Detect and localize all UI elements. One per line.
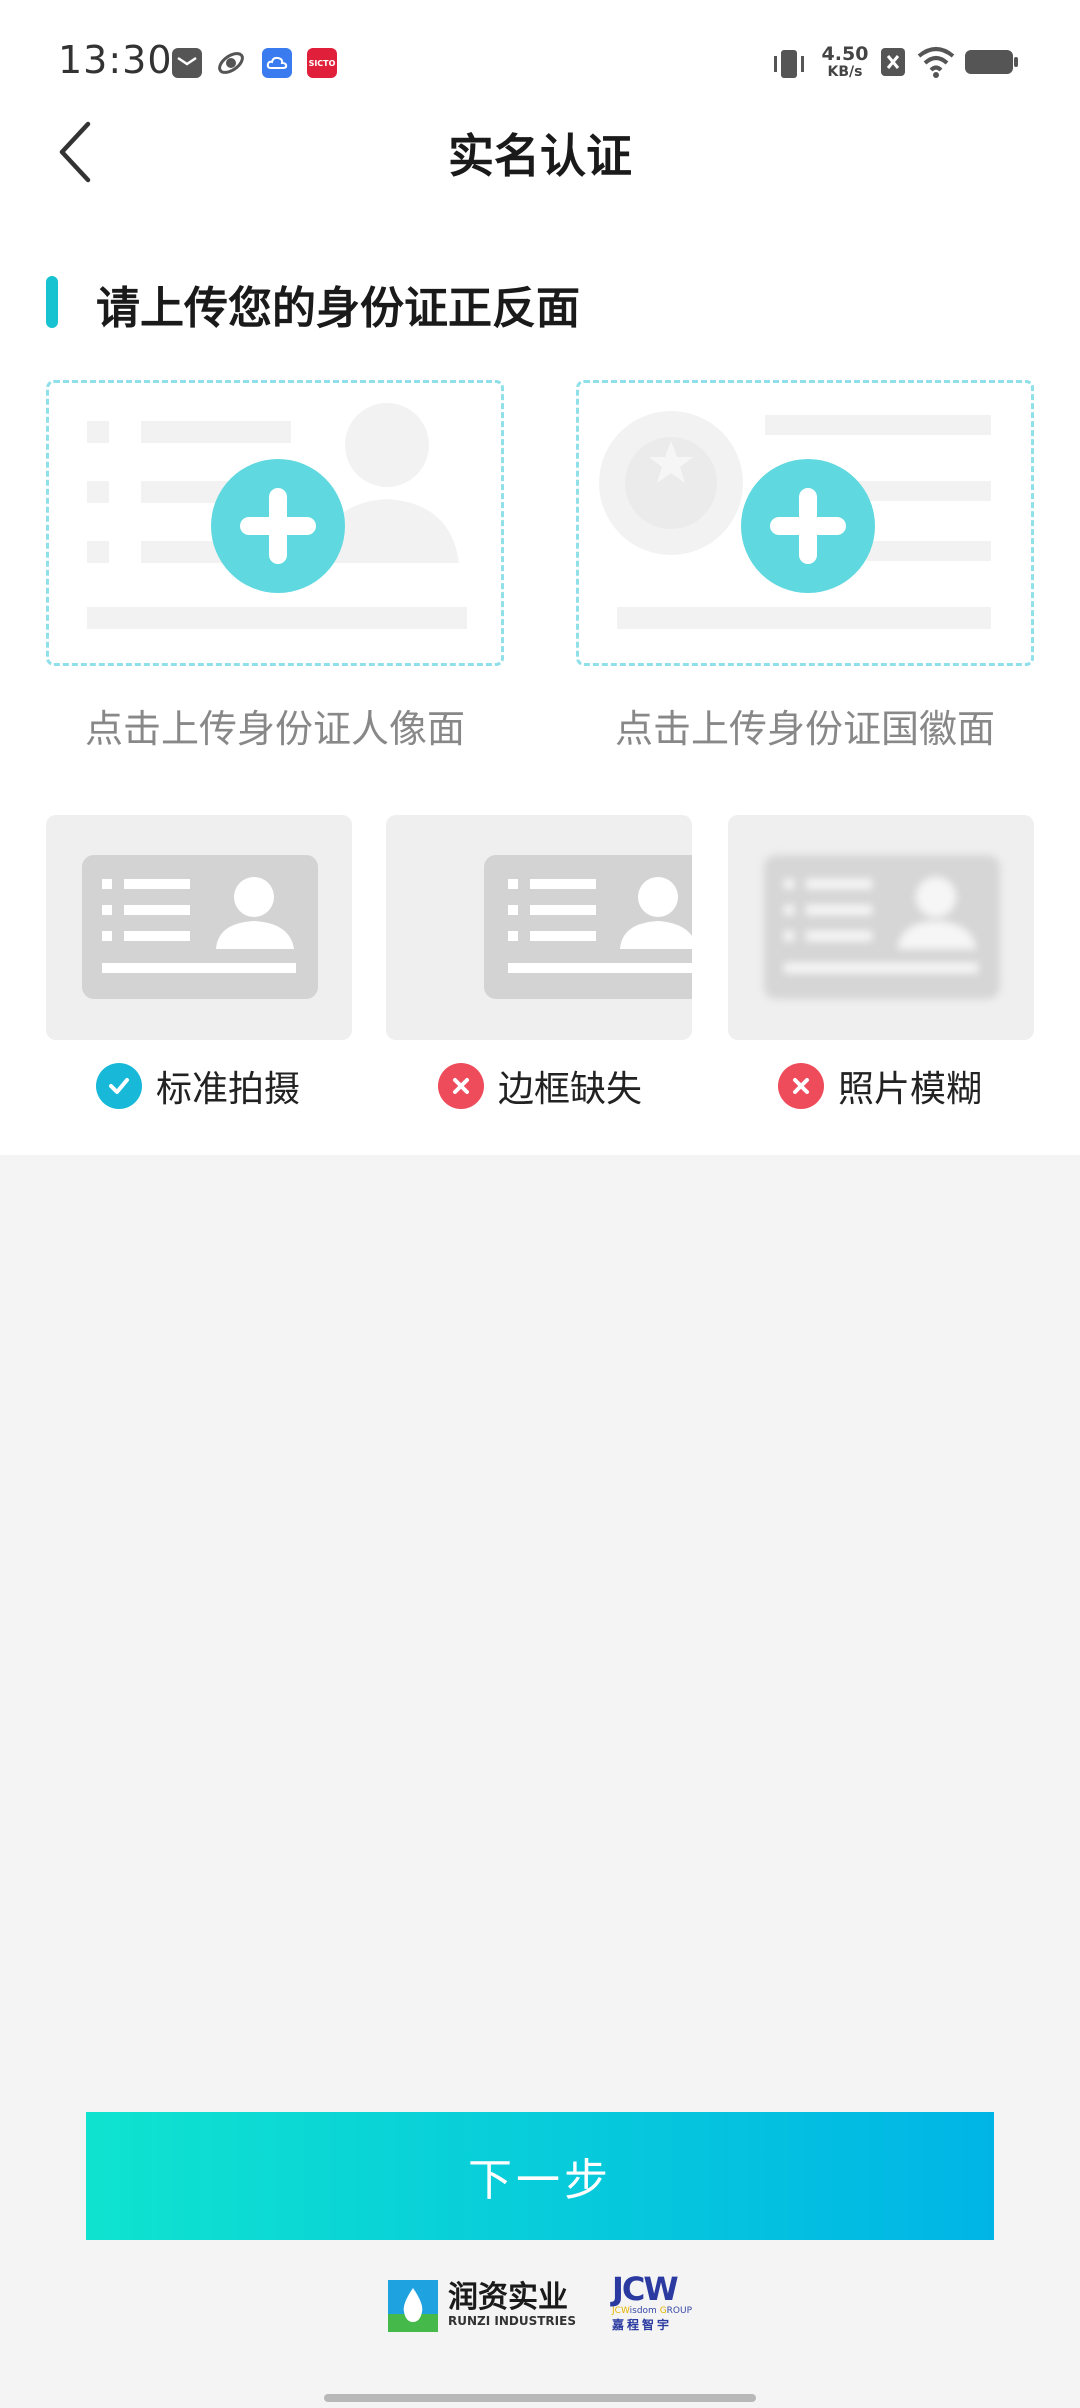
jcw-logo: JCW JCWisdom GROUP 嘉程智宇 <box>612 2272 702 2336</box>
cross-icon <box>438 1063 484 1109</box>
jcw-logo-en-a: JCW <box>612 2306 630 2316</box>
vibrate-icon <box>772 44 806 84</box>
sicto-app-icon: SICTO <box>307 48 337 78</box>
example-border-missing-label: 边框缺失 <box>438 1058 642 1114</box>
net-speed-unit: KB/s <box>827 64 863 80</box>
home-indicator[interactable] <box>324 2394 756 2402</box>
id-card-example-icon <box>82 855 318 999</box>
example-standard-text: 标准拍摄 <box>156 1069 301 1110</box>
battery-icon <box>964 44 1020 84</box>
next-step-button[interactable]: 下一步 <box>86 2112 994 2240</box>
example-standard-label: 标准拍摄 <box>96 1058 300 1114</box>
id-card-cropped-example-icon <box>484 855 692 999</box>
page-title: 实名认证 <box>448 129 632 183</box>
upload-emblem-caption: 点击上传身份证国徽面 <box>614 707 995 751</box>
cloud-app-icon <box>262 48 292 78</box>
jcw-logo-en-c: G <box>659 2306 667 2316</box>
upload-portrait-caption: 点击上传身份证人像面 <box>84 707 465 751</box>
water-drop-icon <box>388 2280 438 2332</box>
runzi-logo: 润资实业 RUNZI INDUSTRIES <box>388 2278 576 2334</box>
orbit-app-icon <box>216 48 246 78</box>
section-accent-bar <box>46 276 58 328</box>
net-speed: 4.50 KB/s <box>818 44 872 84</box>
net-speed-value: 4.50 <box>821 43 869 65</box>
sim-disabled-icon <box>880 44 906 84</box>
wifi-icon <box>916 44 956 84</box>
upload-emblem-side[interactable] <box>576 380 1034 666</box>
status-time: 13:30 <box>58 38 173 82</box>
status-bar: 13:30 SICTO 4.50 KB/s <box>0 0 1080 110</box>
section-title: 请上传您的身份证正反面 <box>96 283 580 334</box>
example-border-missing <box>386 815 692 1040</box>
runzi-logo-cn: 润资实业 <box>448 2280 568 2315</box>
example-blurry <box>728 815 1034 1040</box>
jcw-logo-en-d: ROUP <box>666 2306 693 2316</box>
id-card-blurry-example-icon <box>764 855 1000 999</box>
plus-icon <box>211 459 345 593</box>
sicto-label: SICTO <box>308 58 336 68</box>
jcw-logo-en-b: isdom <box>629 2306 660 2316</box>
example-blurry-text: 照片模糊 <box>838 1069 983 1110</box>
jcw-logo-mark: JCW <box>612 2270 679 2308</box>
jcw-logo-cn: 嘉程智宇 <box>612 2318 673 2332</box>
check-icon <box>96 1063 142 1109</box>
upload-portrait-side[interactable] <box>46 380 504 666</box>
example-standard <box>46 815 352 1040</box>
plus-icon <box>741 459 875 593</box>
example-blurry-label: 照片模糊 <box>778 1058 982 1114</box>
example-border-missing-text: 边框缺失 <box>498 1069 643 1110</box>
cross-icon <box>778 1063 824 1109</box>
jcw-logo-en: JCWisdom GROUP <box>612 2306 702 2317</box>
runzi-logo-en: RUNZI INDUSTRIES <box>448 2314 576 2328</box>
mail-app-icon <box>172 48 202 78</box>
